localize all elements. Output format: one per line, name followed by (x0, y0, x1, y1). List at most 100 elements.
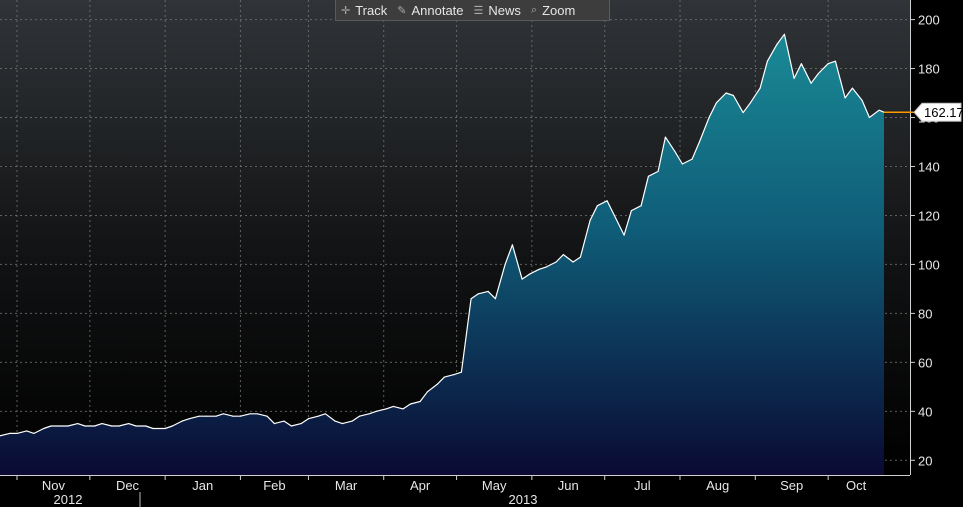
price-point (528, 273, 531, 275)
y-tick-label: 40 (918, 404, 932, 419)
chart-toolbar: ✛ Track ✎ Annotate ☰ News ⌕ Zoom (335, 0, 610, 21)
track-button[interactable]: ✛ Track (336, 0, 392, 20)
price-point (188, 418, 191, 420)
y-tick-label: 60 (918, 355, 932, 370)
price-point (827, 63, 829, 65)
price-point (77, 422, 79, 425)
y-tick-label: 120 (918, 208, 940, 223)
x-tick-label: Aug (706, 478, 729, 493)
price-point (810, 82, 812, 84)
y-tick-label: 140 (918, 159, 940, 174)
price-point (256, 413, 259, 415)
price-point (453, 374, 455, 376)
x-tick-label: Dec (116, 478, 140, 493)
price-point (409, 403, 412, 405)
price-chart: 20406080100120140160180200162.17NovDecJa… (0, 0, 963, 507)
pencil-icon: ✎ (397, 4, 407, 17)
price-point (606, 200, 608, 202)
y-tick-label: 180 (918, 62, 940, 77)
price-point (708, 116, 710, 119)
price-point (715, 102, 718, 104)
x-tick-label: Jan (192, 478, 213, 493)
price-point (111, 425, 113, 427)
chart-root: 20406080100120140160180200162.17NovDecJa… (0, 0, 963, 507)
x-tick-label: May (482, 478, 507, 493)
price-point (273, 422, 276, 425)
price-point (725, 92, 727, 94)
price-point (266, 415, 268, 417)
price-point (239, 415, 242, 417)
price-point (749, 102, 752, 104)
price-point (555, 261, 557, 263)
price-point (358, 415, 361, 417)
news-label: News (488, 2, 521, 18)
x-tick-label: Apr (410, 478, 431, 493)
y-tick-label: 20 (918, 453, 932, 468)
price-point (164, 427, 166, 430)
price-point (443, 376, 446, 378)
price-point (324, 413, 327, 415)
price-point (504, 263, 506, 266)
y-tick-label: 100 (918, 257, 940, 272)
price-point (334, 420, 336, 422)
price-point (545, 266, 548, 268)
price-point (562, 254, 565, 256)
x-tick-label: Sep (780, 478, 803, 493)
price-point (477, 293, 480, 295)
price-point (572, 261, 574, 263)
price-point (385, 408, 387, 410)
price-point (664, 136, 667, 138)
price-point (691, 158, 693, 160)
x-tick-label: Oct (846, 478, 867, 493)
price-point (640, 205, 642, 207)
last-value-label: 162.17 (924, 105, 963, 120)
price-point (766, 60, 769, 62)
crosshair-icon: ✛ (341, 4, 351, 17)
price-point (538, 268, 540, 270)
news-button[interactable]: ☰ News (469, 0, 526, 20)
price-point (579, 256, 582, 258)
price-point (16, 432, 18, 434)
price-point (487, 290, 489, 292)
price-point (198, 415, 200, 417)
price-point (402, 408, 404, 410)
price-point (181, 420, 183, 422)
price-point (33, 432, 35, 434)
y-tick-label: 80 (918, 306, 932, 321)
price-point (800, 63, 803, 65)
x-tick-label: Jul (634, 478, 651, 493)
price-point (623, 234, 625, 236)
annotate-button[interactable]: ✎ Annotate (392, 0, 468, 20)
price-point (657, 170, 659, 172)
price-point (817, 72, 820, 75)
price-point (317, 415, 319, 417)
price-point (783, 33, 786, 35)
price-point (844, 97, 846, 99)
price-point (205, 415, 208, 417)
price-point (94, 425, 96, 427)
price-point (861, 99, 863, 101)
price-point (341, 422, 344, 425)
price-point (589, 219, 591, 221)
price-point (630, 209, 633, 212)
price-point (222, 413, 225, 415)
price-point (50, 425, 52, 427)
price-point (613, 214, 616, 217)
price-point (307, 418, 310, 420)
price-point (878, 109, 880, 111)
price-point (84, 425, 86, 427)
zoom-button[interactable]: ⌕ Zoom (526, 0, 580, 20)
price-point (128, 422, 130, 425)
news-icon: ☰ (473, 4, 484, 17)
y-tick-label: 200 (918, 13, 940, 28)
price-point (43, 427, 45, 430)
year-label: 2013 (509, 492, 538, 507)
price-point (426, 391, 429, 393)
price-point (521, 278, 523, 280)
price-point (759, 87, 761, 89)
price-point (732, 94, 735, 97)
annotate-label: Annotate (411, 2, 464, 18)
price-point (392, 405, 395, 408)
price-point (351, 420, 353, 422)
price-point (368, 413, 370, 415)
